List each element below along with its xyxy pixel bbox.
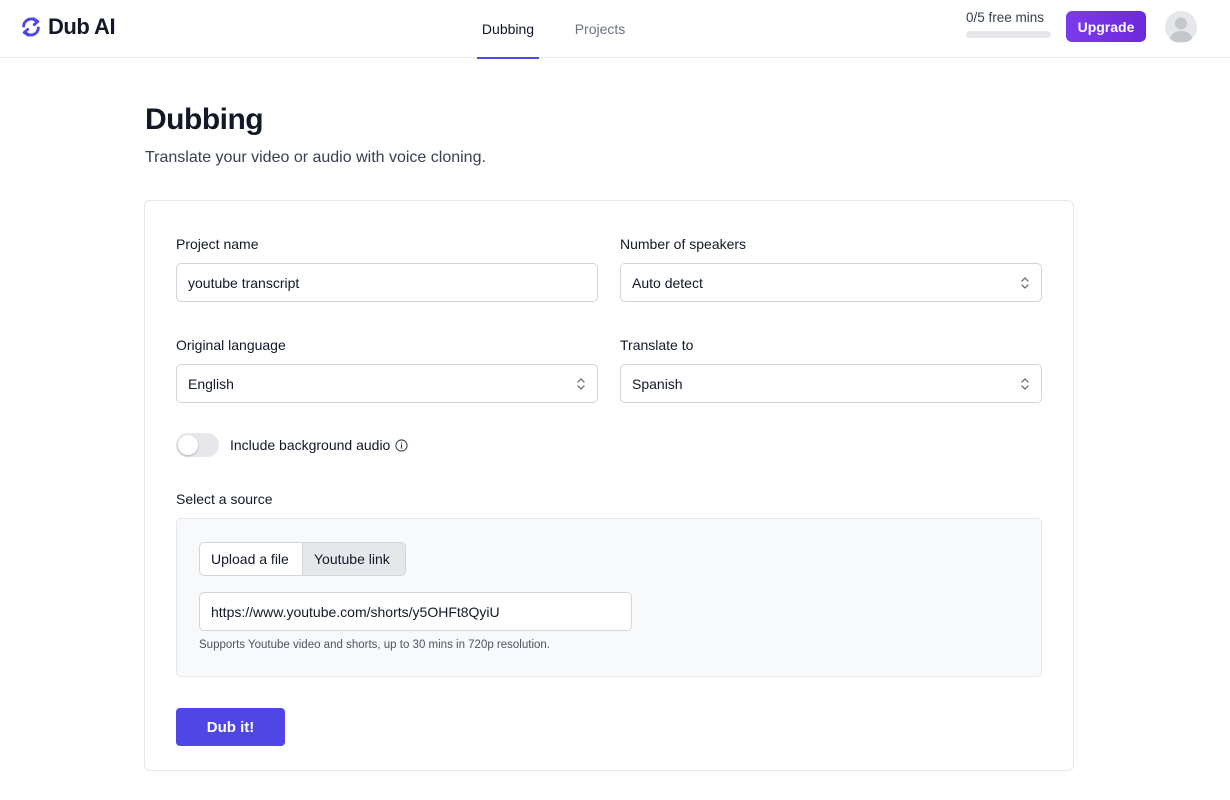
- source-tabs: Upload a file Youtube link: [199, 542, 406, 576]
- project-name-value: youtube transcript: [188, 274, 300, 291]
- original-language-value: English: [188, 375, 234, 392]
- speakers-value: Auto detect: [632, 274, 703, 291]
- youtube-url-value: https://www.youtube.com/shorts/y5OHFt8Qy…: [211, 603, 500, 620]
- page-title: Dubbing: [145, 103, 264, 136]
- original-language-select[interactable]: English: [176, 364, 598, 403]
- user-silhouette-icon: [1169, 17, 1193, 42]
- speakers-label: Number of speakers: [620, 236, 747, 252]
- usage-progress-bar: [966, 31, 1051, 38]
- background-audio-toggle[interactable]: [176, 433, 219, 457]
- translate-to-select[interactable]: Spanish: [620, 364, 1042, 403]
- background-audio-label-row: Include background audio: [230, 437, 408, 453]
- info-icon[interactable]: [395, 438, 408, 452]
- speakers-select[interactable]: Auto detect: [620, 263, 1042, 302]
- tab-dubbing[interactable]: Dubbing: [477, 0, 539, 59]
- usage-text: 0/5 free mins: [966, 10, 1045, 25]
- original-language-label: Original language: [176, 337, 286, 353]
- youtube-link-tab[interactable]: Youtube link: [303, 543, 405, 575]
- project-name-input[interactable]: youtube transcript: [176, 263, 598, 302]
- dubbing-form-card: Project name youtube transcript Number o…: [144, 200, 1074, 771]
- translate-to-label: Translate to: [620, 337, 694, 353]
- project-name-label: Project name: [176, 236, 259, 252]
- app-logo[interactable]: Dub AI: [20, 13, 116, 41]
- translate-to-value: Spanish: [632, 375, 683, 392]
- tab-projects-label: Projects: [574, 21, 626, 37]
- page-subtitle: Translate your video or audio with voice…: [145, 149, 486, 166]
- upload-file-tab[interactable]: Upload a file: [200, 543, 303, 575]
- app-name: Dub AI: [48, 14, 116, 39]
- top-header: Dub AI Dubbing Projects 0/5 free mins Up…: [0, 0, 1230, 59]
- tab-projects[interactable]: Projects: [569, 0, 631, 58]
- usage-meter: 0/5 free mins: [966, 10, 1052, 38]
- toggle-knob: [178, 435, 198, 455]
- refresh-logo-icon: [22, 17, 40, 37]
- chevron-up-down-icon: [1021, 378, 1029, 390]
- background-audio-label: Include background audio: [230, 437, 391, 453]
- source-label: Select a source: [176, 491, 273, 507]
- tab-dubbing-label: Dubbing: [481, 21, 535, 37]
- user-avatar-icon[interactable]: [1165, 11, 1197, 43]
- source-panel: Upload a file Youtube link https://www.y…: [176, 518, 1042, 677]
- upgrade-button[interactable]: Upgrade: [1066, 11, 1146, 42]
- source-hint: Supports Youtube video and shorts, up to…: [199, 639, 550, 651]
- chevron-up-down-icon: [577, 378, 585, 390]
- dub-it-button[interactable]: Dub it!: [176, 708, 285, 746]
- youtube-url-input[interactable]: https://www.youtube.com/shorts/y5OHFt8Qy…: [199, 592, 632, 631]
- chevron-up-down-icon: [1021, 277, 1029, 289]
